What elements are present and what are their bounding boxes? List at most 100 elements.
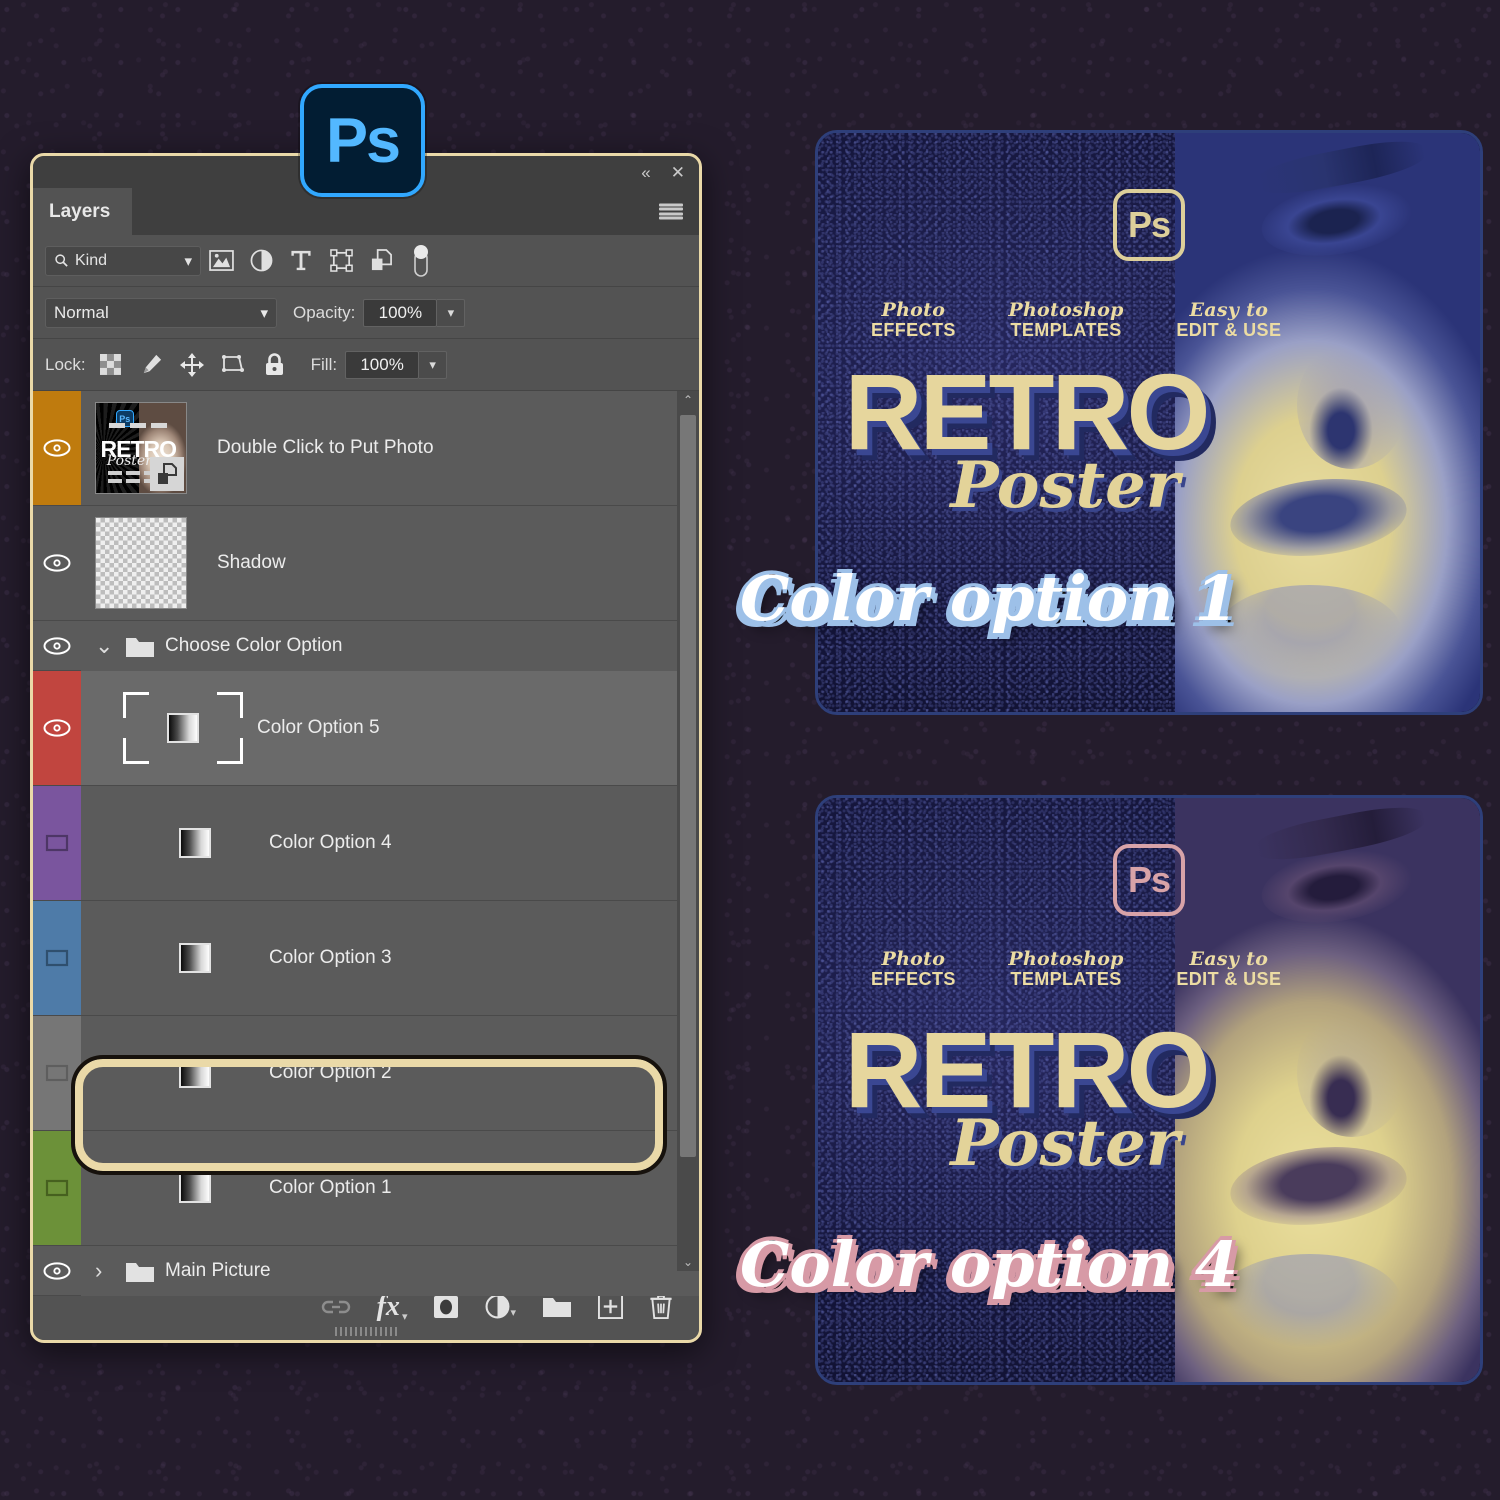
poster-option-label-1: Color option 1 bbox=[740, 562, 1238, 635]
smart-object-filter-icon[interactable] bbox=[361, 249, 401, 272]
adjustment-layer-filter-icon[interactable] bbox=[241, 249, 281, 272]
layer-color-label[interactable] bbox=[33, 1131, 81, 1245]
gradient-thumbnail[interactable] bbox=[179, 828, 211, 858]
lock-label: Lock: bbox=[45, 354, 86, 374]
table-row[interactable]: Color Option 5 bbox=[33, 671, 699, 786]
layers-panel: « ✕ Layers Kind ▾ Normal ▾ Opacity: 100%… bbox=[30, 153, 702, 1343]
layer-row-body[interactable]: Ps RETRO Poster Double Click to Put Phot… bbox=[81, 391, 699, 505]
eye-visibility-icon[interactable] bbox=[43, 636, 71, 655]
eye-visibility-icon[interactable] bbox=[43, 1261, 71, 1280]
layer-row-body[interactable]: Color Option 2 bbox=[81, 1016, 699, 1130]
eye-visibility-icon[interactable] bbox=[43, 719, 71, 737]
layer-color-label[interactable] bbox=[33, 391, 81, 505]
layer-color-label[interactable] bbox=[33, 506, 81, 620]
filter-kind-select[interactable]: Kind ▾ bbox=[45, 245, 201, 276]
eye-hidden-icon[interactable] bbox=[45, 833, 69, 853]
fill-stepper-chevron-down-icon[interactable]: ▾ bbox=[419, 350, 448, 379]
table-row[interactable]: Color Option 3 bbox=[33, 901, 699, 1016]
feature-caps-label: EFFECTS bbox=[870, 319, 956, 340]
table-row[interactable]: ⌄ Choose Color Option bbox=[33, 621, 699, 671]
lock-row: Lock: Fill: 100% ▾ bbox=[33, 339, 699, 391]
feature-script-label: Photoshop bbox=[1008, 948, 1124, 970]
feature-caps-label: EDIT & USE bbox=[1176, 968, 1282, 989]
table-row[interactable]: Color Option 2 bbox=[33, 1016, 699, 1131]
delete-layer-icon[interactable] bbox=[649, 1293, 673, 1320]
lock-transparent-pixels-icon[interactable] bbox=[90, 354, 131, 375]
opacity-stepper-chevron-down-icon[interactable]: ▾ bbox=[437, 298, 466, 327]
blend-mode-value: Normal bbox=[54, 302, 109, 322]
layer-name: Shadow bbox=[217, 552, 286, 573]
new-layer-icon[interactable] bbox=[598, 1294, 623, 1319]
selection-crop-marks bbox=[123, 692, 243, 764]
type-layer-filter-icon[interactable] bbox=[281, 249, 321, 272]
panel-resize-grip[interactable] bbox=[335, 1327, 397, 1336]
layer-thumbnail[interactable]: Ps RETRO Poster bbox=[95, 402, 187, 494]
table-row[interactable]: Color Option 1 bbox=[33, 1131, 699, 1246]
eye-hidden-icon[interactable] bbox=[45, 1063, 69, 1083]
layer-name: Color Option 1 bbox=[269, 1177, 392, 1198]
layer-row-body[interactable]: Color Option 1 bbox=[81, 1131, 699, 1245]
scrollbar-thumb[interactable] bbox=[680, 415, 696, 1157]
scrollbar-track[interactable] bbox=[677, 409, 699, 1253]
poster-feature-row: Photo EFFECTS Photoshop TEMPLATES Easy t… bbox=[871, 948, 1282, 989]
eye-hidden-icon[interactable] bbox=[45, 948, 69, 968]
lock-position-icon[interactable] bbox=[172, 352, 213, 377]
fill-input[interactable]: 100% bbox=[345, 350, 420, 379]
layer-color-label[interactable] bbox=[33, 1246, 81, 1295]
link-layers-icon[interactable] bbox=[321, 1298, 351, 1316]
chevron-down-icon: ▾ bbox=[260, 304, 268, 322]
feature-caps-label: EDIT & USE bbox=[1176, 319, 1282, 340]
group-twirl-chevron-down-icon[interactable]: ⌄ bbox=[95, 633, 115, 659]
table-row[interactable]: Color Option 4 bbox=[33, 786, 699, 901]
gradient-thumbnail[interactable] bbox=[179, 1058, 211, 1088]
smart-object-badge-icon bbox=[150, 457, 184, 491]
layer-name: Color Option 5 bbox=[257, 717, 380, 738]
layer-thumbnail[interactable] bbox=[95, 517, 187, 609]
eye-hidden-icon[interactable] bbox=[45, 1178, 69, 1198]
opacity-input[interactable]: 100% bbox=[363, 298, 438, 327]
ps-icon: Ps bbox=[1113, 189, 1185, 261]
layer-color-label[interactable] bbox=[33, 786, 81, 900]
scroll-up-chevron-icon[interactable]: ⌃ bbox=[683, 391, 693, 409]
layer-row-body[interactable]: ⌄ Choose Color Option bbox=[81, 621, 699, 671]
table-row[interactable]: › Main Picture bbox=[33, 1246, 699, 1296]
eye-visibility-icon[interactable] bbox=[43, 554, 71, 572]
layer-color-label[interactable] bbox=[33, 671, 81, 785]
layer-name: Color Option 2 bbox=[269, 1062, 392, 1083]
layer-color-label[interactable] bbox=[33, 621, 81, 670]
pixel-layer-filter-icon[interactable] bbox=[201, 250, 241, 271]
layer-color-label[interactable] bbox=[33, 1016, 81, 1130]
eye-visibility-icon[interactable] bbox=[43, 439, 71, 457]
filter-kind-label: Kind bbox=[75, 251, 108, 269]
ps-icon: Ps bbox=[1113, 844, 1185, 916]
hamburger-menu-icon[interactable] bbox=[659, 203, 683, 220]
feature-item: Photo EFFECTS bbox=[870, 300, 956, 340]
lock-artboard-nesting-icon[interactable] bbox=[213, 353, 254, 376]
blend-mode-select[interactable]: Normal ▾ bbox=[45, 297, 277, 328]
fill-label: Fill: bbox=[310, 354, 338, 374]
layer-row-body[interactable]: Color Option 5 bbox=[81, 671, 699, 785]
scroll-down-chevron-icon[interactable]: ⌄ bbox=[683, 1253, 693, 1271]
gradient-thumbnail[interactable] bbox=[179, 1173, 211, 1203]
layer-row-body[interactable]: Color Option 3 bbox=[81, 901, 699, 1015]
feature-script-label: Photoshop bbox=[1008, 299, 1124, 321]
lock-image-pixels-icon[interactable] bbox=[131, 353, 172, 376]
table-row[interactable]: Shadow bbox=[33, 506, 699, 621]
layer-color-label[interactable] bbox=[33, 901, 81, 1015]
filter-toggle-switch[interactable] bbox=[401, 244, 441, 278]
layer-row-body[interactable]: Shadow bbox=[81, 506, 699, 620]
tab-layers[interactable]: Layers bbox=[33, 188, 133, 235]
layer-list-scrollbar[interactable]: ⌃ ⌄ bbox=[677, 391, 699, 1271]
collapse-icon[interactable]: « bbox=[641, 164, 650, 181]
close-icon[interactable]: ✕ bbox=[671, 164, 685, 181]
shape-layer-filter-icon[interactable] bbox=[321, 249, 361, 272]
new-fill-adjustment-layer-icon[interactable]: ▾ bbox=[485, 1294, 516, 1319]
table-row[interactable]: Ps RETRO Poster Double Click to Put Phot… bbox=[33, 391, 699, 506]
new-group-icon[interactable] bbox=[542, 1294, 572, 1319]
layer-row-body[interactable]: Color Option 4 bbox=[81, 786, 699, 900]
gradient-thumbnail[interactable] bbox=[179, 943, 211, 973]
lock-all-icon[interactable] bbox=[254, 352, 295, 377]
layer-row-body[interactable]: › Main Picture bbox=[81, 1246, 699, 1296]
group-twirl-chevron-right-icon[interactable]: › bbox=[95, 1258, 115, 1284]
add-layer-mask-icon[interactable] bbox=[433, 1295, 459, 1319]
